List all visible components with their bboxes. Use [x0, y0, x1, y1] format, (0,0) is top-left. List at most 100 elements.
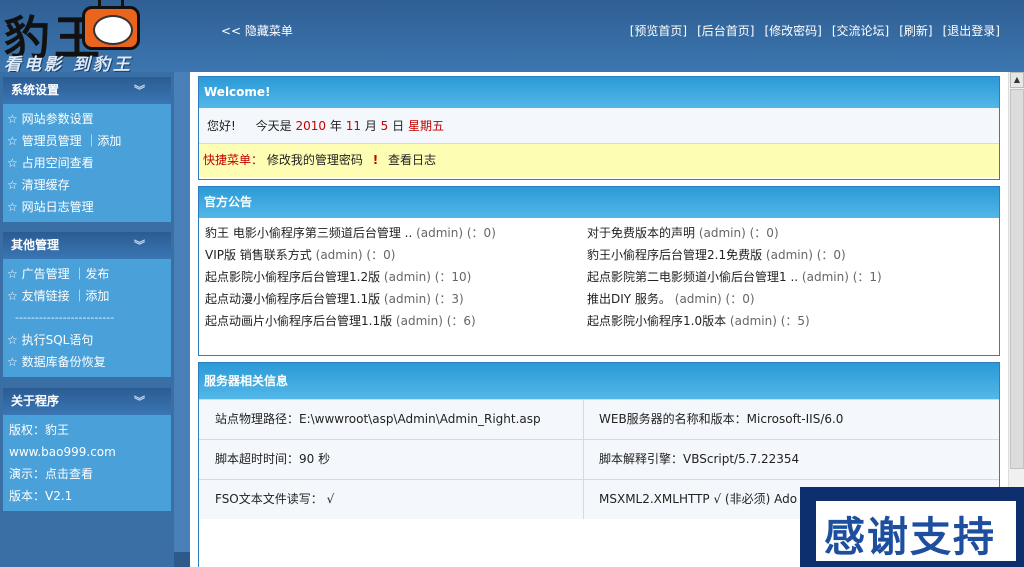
notice-link[interactable]: 起点动画片小偷程序后台管理1.1版	[205, 314, 392, 328]
notice-link[interactable]: 起点影院小偷程序1.0版本	[587, 314, 726, 328]
notice-meta: (admin) (：0)	[698, 226, 779, 240]
table-row: 站点物理路径：E:\wwwroot\asp\Admin\Admin_Right.…	[199, 399, 999, 439]
web-server-cell: WEB服务器的名称和版本：Microsoft-IIS/6.0	[583, 400, 999, 439]
sidebar-item-clear-cache[interactable]: ☆ 清理缓存	[7, 174, 171, 196]
sidebar-section-body: 版权：豹王 www.bao999.com 演示：点击查看 版本：V2.1	[3, 415, 171, 511]
notice-meta: (admin) (：0)	[416, 226, 496, 240]
notice-meta: (admin) (：5)	[729, 314, 810, 328]
tv-icon	[82, 6, 140, 50]
notice-link[interactable]: 起点影院第二电影频道小偷后台管理1 ..	[587, 270, 798, 284]
list-item: 豹王 电影小偷程序第三频道后台管理 .. (admin) (：0)	[205, 222, 585, 244]
top-header: 豹王 看电影 到豹王 << 隐藏菜单 [预览首页] [后台首页] [修改密码] …	[0, 0, 1024, 75]
sidebar-item-sql[interactable]: ☆ 执行SQL语句	[7, 329, 171, 351]
notice-box: 官方公告 豹王 电影小偷程序第三频道后台管理 .. (admin) (：0) V…	[198, 186, 1000, 356]
hide-menu-link[interactable]: << 隐藏菜单	[221, 22, 293, 39]
sidebar-item-admin-manage[interactable]: ☆ 管理员管理 ｜添加	[7, 130, 171, 152]
list-item: 豹王小偷程序后台管理2.1免费版 (admin) (：0)	[587, 244, 967, 266]
list-item: 起点影院小偷程序1.0版本 (admin) (：5)	[587, 310, 967, 332]
sidebar: 系统设置 ︾ ☆ 网站参数设置 ☆ 管理员管理 ｜添加 ☆ 占用空间查看 ☆ 清…	[0, 72, 190, 567]
sidebar-section-about: 关于程序 ︾ 版权：豹王 www.bao999.com 演示：点击查看 版本：V…	[3, 388, 171, 511]
notice-meta: (admin) (：10)	[383, 270, 472, 284]
fso-cell: FSO文本文件读写： √	[199, 480, 583, 519]
quick-menu-label: 快捷菜单：	[203, 153, 264, 167]
list-item: 起点动画片小偷程序后台管理1.1版 (admin) (：6)	[205, 310, 585, 332]
day-value: 5	[380, 119, 389, 133]
sidebar-item-ads[interactable]: ☆ 广告管理 ｜发布	[7, 263, 171, 285]
physical-path-cell: 站点物理路径：E:\wwwroot\asp\Admin\Admin_Right.…	[199, 400, 583, 439]
sidebar-item-site-log[interactable]: ☆ 网站日志管理	[7, 196, 171, 218]
sidebar-section-system: 系统设置 ︾ ☆ 网站参数设置 ☆ 管理员管理 ｜添加 ☆ 占用空间查看 ☆ 清…	[3, 77, 171, 222]
notice-link[interactable]: VIP版 销售联系方式	[205, 248, 312, 262]
site-url-link[interactable]: www.bao999.com	[9, 441, 171, 463]
greeting: 您好!	[207, 119, 236, 133]
list-item: 起点影院第二电影频道小偷后台管理1 .. (admin) (：1)	[587, 266, 967, 288]
sidebar-section-body: ☆ 网站参数设置 ☆ 管理员管理 ｜添加 ☆ 占用空间查看 ☆ 清理缓存 ☆ 网…	[3, 104, 171, 222]
welcome-line: 您好! 今天是 2010 年 11 月 5 日 星期五	[199, 108, 999, 144]
weekday-value: 星期五	[407, 119, 444, 133]
separator-mark: !	[372, 153, 379, 167]
demo-link[interactable]: 演示：点击查看	[9, 463, 171, 485]
notice-link[interactable]: 豹王 电影小偷程序第三频道后台管理 ..	[205, 226, 412, 240]
notice-link[interactable]: 起点动漫小偷程序后台管理1.1版	[205, 292, 380, 306]
thanks-banner[interactable]: 感谢支持	[800, 487, 1024, 567]
version-text: 版本：V2.1	[9, 489, 73, 503]
script-timeout-cell: 脚本超时时间：90 秒	[199, 440, 583, 479]
list-item: 推出DIY 服务。 (admin) (：0)	[587, 288, 967, 310]
notice-list: 豹王 电影小偷程序第三频道后台管理 .. (admin) (：0) VIP版 销…	[199, 218, 999, 354]
sidebar-item-space[interactable]: ☆ 占用空间查看	[7, 152, 171, 174]
section-title: 系统设置	[11, 83, 60, 97]
today-prefix: 今天是	[255, 119, 292, 133]
sidebar-section-header[interactable]: 关于程序 ︾	[3, 388, 171, 415]
notice-meta: (admin) (：3)	[383, 292, 464, 306]
sidebar-item-site-settings[interactable]: ☆ 网站参数设置	[7, 108, 171, 130]
scroll-up-icon[interactable]: ▲	[1010, 72, 1024, 88]
welcome-box: Welcome! 您好! 今天是 2010 年 11 月 5 日 星期五 快捷菜…	[198, 76, 1000, 180]
notice-link[interactable]: 起点影院小偷程序后台管理1.2版	[205, 270, 380, 284]
chevron-down-icon[interactable]: ︾	[134, 77, 145, 104]
forum-link[interactable]: [交流论坛]	[832, 22, 889, 39]
quick-view-log-link[interactable]: 查看日志	[388, 153, 436, 167]
notice-meta: (admin) (：1)	[801, 270, 882, 284]
quick-change-password-link[interactable]: 修改我的管理密码	[267, 153, 363, 167]
logout-link[interactable]: [退出登录]	[943, 22, 1000, 39]
notice-title: 官方公告	[199, 187, 999, 218]
chevron-down-icon[interactable]: ︾	[134, 388, 145, 415]
sidebar-section-header[interactable]: 其他管理 ︾	[3, 232, 171, 259]
chevron-down-icon[interactable]: ︾	[134, 232, 145, 259]
sidebar-item-links[interactable]: ☆ 友情链接 ｜添加	[7, 285, 171, 307]
year-value: 2010	[295, 119, 327, 133]
script-engine-cell: 脚本解释引擎：VBScript/5.7.22354	[583, 440, 999, 479]
year-unit: 年	[329, 119, 342, 133]
section-title: 关于程序	[11, 394, 60, 408]
refresh-link[interactable]: [刷新]	[899, 22, 932, 39]
sidebar-section-header[interactable]: 系统设置 ︾	[3, 77, 171, 104]
list-item: 对于免费版本的声明 (admin) (：0)	[587, 222, 967, 244]
list-item: 起点影院小偷程序后台管理1.2版 (admin) (：10)	[205, 266, 585, 288]
quick-menu: 快捷菜单： 修改我的管理密码 ! 查看日志	[199, 144, 999, 177]
top-links: [预览首页] [后台首页] [修改密码] [交流论坛] [刷新] [退出登录]	[630, 22, 1000, 39]
list-item: 起点动漫小偷程序后台管理1.1版 (admin) (：3)	[205, 288, 585, 310]
admin-home-link[interactable]: [后台首页]	[697, 22, 754, 39]
list-item: VIP版 销售联系方式 (admin) (：0)	[205, 244, 585, 266]
sidebar-item-backup[interactable]: ☆ 数据库备份恢复	[7, 351, 171, 373]
site-logo: 豹王 看电影 到豹王	[0, 0, 220, 75]
day-unit: 日	[392, 119, 405, 133]
table-row: 脚本超时时间：90 秒 脚本解释引擎：VBScript/5.7.22354	[199, 439, 999, 479]
notice-link[interactable]: 推出DIY 服务。	[587, 292, 671, 306]
notice-link[interactable]: 对于免费版本的声明	[587, 226, 695, 240]
sidebar-section-other: 其他管理 ︾ ☆ 广告管理 ｜发布 ☆ 友情链接 ｜添加 -----------…	[3, 232, 171, 377]
month-value: 11	[345, 119, 361, 133]
month-unit: 月	[364, 119, 377, 133]
change-password-link[interactable]: [修改密码]	[765, 22, 822, 39]
divider: -------------------------	[15, 311, 115, 324]
server-info-title: 服务器相关信息	[199, 363, 999, 399]
notice-meta: (admin) (：0)	[315, 248, 396, 262]
sidebar-strip	[174, 72, 190, 567]
sidebar-section-body: ☆ 广告管理 ｜发布 ☆ 友情链接 ｜添加 ------------------…	[3, 259, 171, 377]
notice-link[interactable]: 豹王小偷程序后台管理2.1免费版	[587, 248, 762, 262]
preview-home-link[interactable]: [预览首页]	[630, 22, 687, 39]
notice-column-left: 豹王 电影小偷程序第三频道后台管理 .. (admin) (：0) VIP版 销…	[205, 222, 585, 332]
notice-meta: (admin) (：6)	[395, 314, 476, 328]
sidebar-strip-bottom	[174, 552, 190, 567]
scroll-thumb[interactable]	[1010, 89, 1024, 469]
